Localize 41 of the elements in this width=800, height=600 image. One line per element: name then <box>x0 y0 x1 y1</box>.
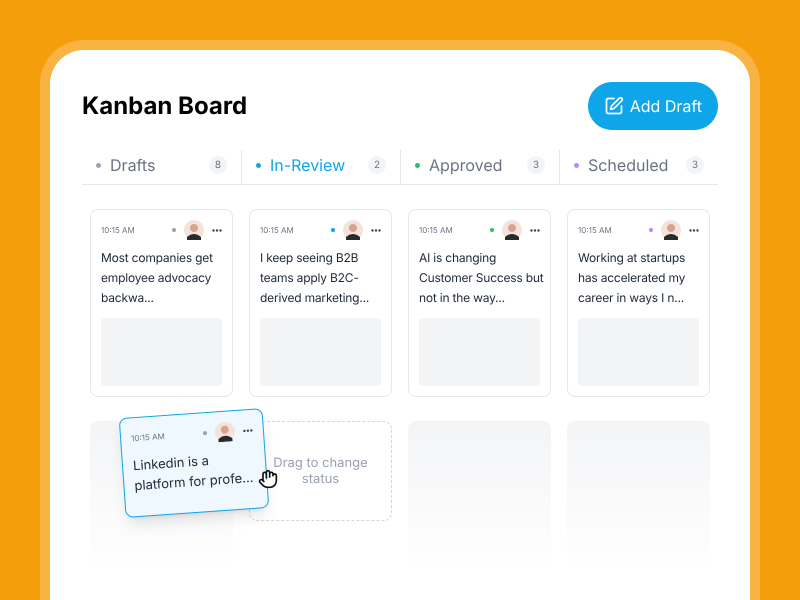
avatar-icon <box>214 421 236 442</box>
post-text: Most companies get employee advocacy backwa... <box>101 249 214 307</box>
more-icon[interactable] <box>212 228 222 232</box>
edit-icon <box>604 96 624 116</box>
count-badge: 2 <box>368 156 386 174</box>
post-card[interactable]: 10:15 AM AI is changing Customer Success but not in the way... <box>408 209 551 397</box>
status-tab[interactable]: Drafts 8 <box>82 150 241 184</box>
tab-label: In-Review <box>270 154 346 177</box>
card-time: 10:15 AM <box>578 224 612 236</box>
post-text: Linkedin is a platform for profe... <box>132 452 255 496</box>
card-time: 10:15 AM <box>101 224 135 236</box>
tab-label: Drafts <box>110 154 156 177</box>
card-time: 10:15 AM <box>130 430 166 444</box>
post-card[interactable]: 10:15 AM I keep seeing B2B teams apply B2C-derived marketing... <box>249 209 392 397</box>
status-tab[interactable]: In-Review 2 <box>241 150 400 184</box>
more-icon[interactable] <box>242 428 253 432</box>
more-icon[interactable] <box>530 228 540 232</box>
drop-hint: Drag to change status <box>272 455 369 487</box>
card-time: 10:15 AM <box>419 224 453 236</box>
post-card[interactable]: 10:15 AM Working at startups has accelerated my career in ways I n... <box>567 209 710 397</box>
tab-label: Approved <box>429 154 502 177</box>
post-text: I keep seeing B2B teams apply B2C-derived marketing... <box>260 249 370 307</box>
post-card[interactable]: 10:15 AM Most companies get employee advocacy backwa... <box>90 209 233 397</box>
post-text: Working at startups has accelerated my career in ways I n... <box>578 249 686 307</box>
avatar-icon <box>184 220 204 240</box>
more-icon[interactable] <box>689 228 699 232</box>
count-badge: 3 <box>686 156 704 174</box>
hand-cursor-icon <box>258 469 278 489</box>
count-badge: 8 <box>209 156 227 174</box>
card-time: 10:15 AM <box>260 224 294 236</box>
status-tab[interactable]: Scheduled 3 <box>559 150 718 184</box>
avatar-icon <box>502 220 522 240</box>
more-icon[interactable] <box>371 228 381 232</box>
board-title: Kanban Board <box>82 90 248 122</box>
status-tab[interactable]: Approved 3 <box>400 150 559 184</box>
avatar-icon <box>343 220 363 240</box>
dragged-card[interactable]: 10:15 AM Linkedin is a platform for profe... <box>118 408 270 518</box>
tab-label: Scheduled <box>588 154 668 177</box>
avatar-icon <box>661 220 681 240</box>
count-badge: 3 <box>527 156 545 174</box>
post-text: AI is changing Customer Success but not in the way... <box>419 249 544 307</box>
